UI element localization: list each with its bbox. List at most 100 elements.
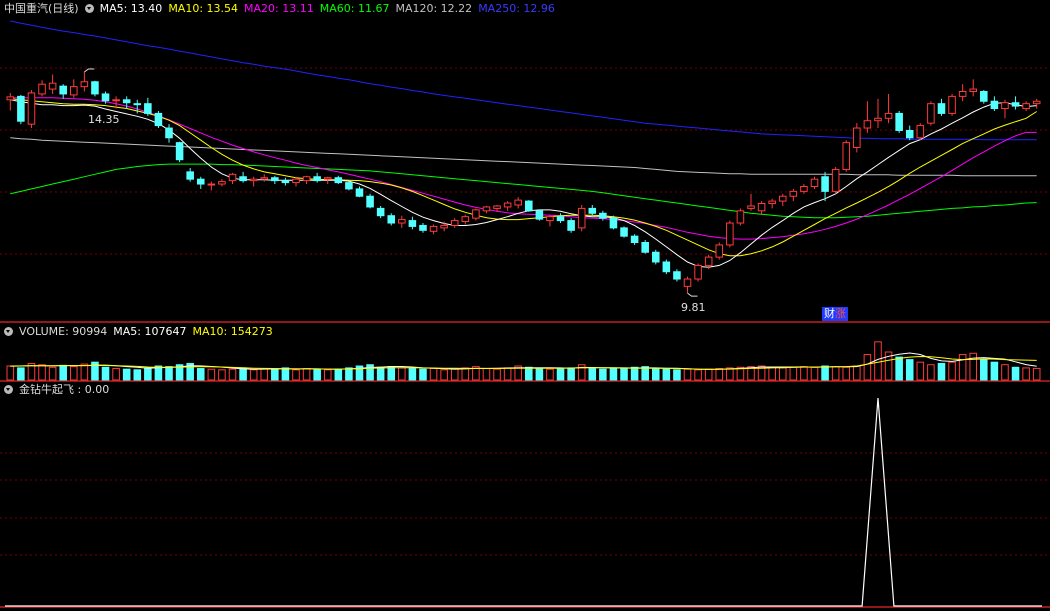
candle-body	[831, 168, 840, 192]
candle-body	[91, 81, 99, 95]
ma60-legend: MA60: 11.67	[319, 2, 390, 15]
volume-bar	[567, 367, 575, 381]
candle-body	[440, 224, 448, 229]
volume-bar	[429, 368, 438, 381]
volume-panel-header: VOLUME: 90994 MA5: 107647 MA10: 154273	[4, 324, 279, 339]
volume-bar	[969, 352, 977, 381]
candle-body	[715, 244, 724, 258]
volume-bar	[842, 366, 851, 381]
volume-bar	[271, 368, 279, 381]
chevron-down-circle-icon[interactable]	[84, 4, 94, 13]
candle-body	[916, 125, 925, 139]
volume-ma10-legend: MA10: 154273	[192, 325, 273, 338]
candle-body	[59, 85, 67, 95]
price-ma60-line	[10, 163, 1037, 219]
chevron-down-circle-icon[interactable]	[4, 385, 13, 394]
ma20-legend: MA20: 13.11	[244, 2, 314, 15]
candle-body	[323, 177, 332, 180]
chart-canvas[interactable]	[0, 0, 1050, 611]
volume-bar	[916, 361, 925, 381]
ma5-legend: MA5: 13.40	[99, 2, 163, 15]
volume-bar	[228, 368, 237, 381]
candle-body	[556, 216, 565, 222]
candle-body	[757, 203, 766, 212]
volume-bar	[958, 354, 967, 381]
volume-bar	[1001, 364, 1009, 381]
candle-body	[778, 195, 787, 202]
volume-bar	[651, 368, 660, 381]
high-marker-leader	[84, 68, 95, 73]
volume-legend: VOLUME: 90994	[19, 325, 108, 338]
low-marker-leader	[687, 292, 698, 297]
volume-bar	[694, 369, 702, 381]
indicator-line	[5, 397, 1042, 607]
volume-bar	[493, 368, 501, 381]
volume-bar	[482, 368, 491, 381]
price-panel-header: 中国重汽(日线) MA5: 13.40 MA10: 13.54 MA20: 13.11…	[4, 1, 561, 16]
volume-bar	[588, 368, 597, 381]
volume-bar	[133, 369, 142, 381]
financial-event-badge[interactable]: 财涨	[822, 307, 848, 321]
candle-body	[747, 205, 755, 209]
candle-body	[588, 207, 597, 214]
volume-bar	[673, 369, 681, 381]
candle-body	[271, 177, 279, 182]
volume-bar	[927, 364, 935, 381]
candle-body	[546, 216, 554, 222]
candle-body	[313, 176, 321, 182]
volume-bar	[334, 368, 343, 381]
candle-body	[525, 200, 533, 212]
indicator-panel-header: 金钻牛起飞 : 0.00	[4, 382, 115, 397]
candle-body	[842, 142, 851, 170]
candle-body	[6, 96, 15, 101]
volume-panel[interactable]	[6, 341, 1041, 381]
candle-body	[948, 95, 956, 114]
candle-body	[577, 207, 586, 229]
volume-bar	[165, 366, 173, 381]
price-panel[interactable]	[6, 20, 1041, 297]
volume-bar	[620, 367, 628, 381]
candle-body	[122, 99, 131, 104]
volume-bar	[450, 368, 459, 381]
candle-body	[927, 103, 935, 124]
volume-bar	[831, 366, 840, 381]
candle-body	[789, 190, 798, 197]
badge-text-b: 涨	[835, 307, 846, 320]
volume-bar	[726, 367, 734, 381]
candle-body	[980, 91, 988, 102]
candle-body	[853, 127, 861, 149]
volume-bar	[1032, 367, 1041, 381]
volume-bar	[48, 366, 57, 381]
candle-body	[704, 256, 713, 266]
ma10-legend: MA10: 13.54	[168, 2, 239, 15]
volume-bar	[196, 368, 205, 381]
candle-body	[112, 99, 120, 102]
candle-body	[355, 188, 364, 197]
candle-body	[302, 176, 311, 182]
volume-bar	[789, 366, 798, 381]
candle-body	[482, 206, 491, 212]
volume-bar	[821, 365, 829, 381]
volume-bar	[398, 367, 406, 381]
volume-bar	[535, 368, 544, 381]
candle-body	[70, 86, 78, 96]
volume-bar	[609, 368, 618, 381]
candle-body	[80, 81, 89, 88]
candle-body	[144, 103, 152, 114]
candle-body	[800, 185, 808, 192]
badge-text-a: 财	[824, 307, 835, 320]
candle-body	[419, 224, 427, 231]
candle-body	[186, 171, 194, 180]
high-price-marker: 14.35	[88, 113, 120, 126]
candle-body	[641, 242, 649, 253]
volume-bar	[556, 368, 565, 381]
chevron-down-circle-icon[interactable]	[4, 327, 13, 336]
candle-body	[228, 173, 237, 182]
candle-body	[218, 181, 226, 185]
stock-title: 中国重汽(日线)	[4, 2, 79, 15]
volume-bar	[715, 368, 724, 381]
indicator-panel[interactable]	[5, 397, 1042, 607]
candle-body	[387, 215, 396, 224]
volume-bar	[778, 367, 787, 381]
volume-bar	[122, 368, 131, 381]
